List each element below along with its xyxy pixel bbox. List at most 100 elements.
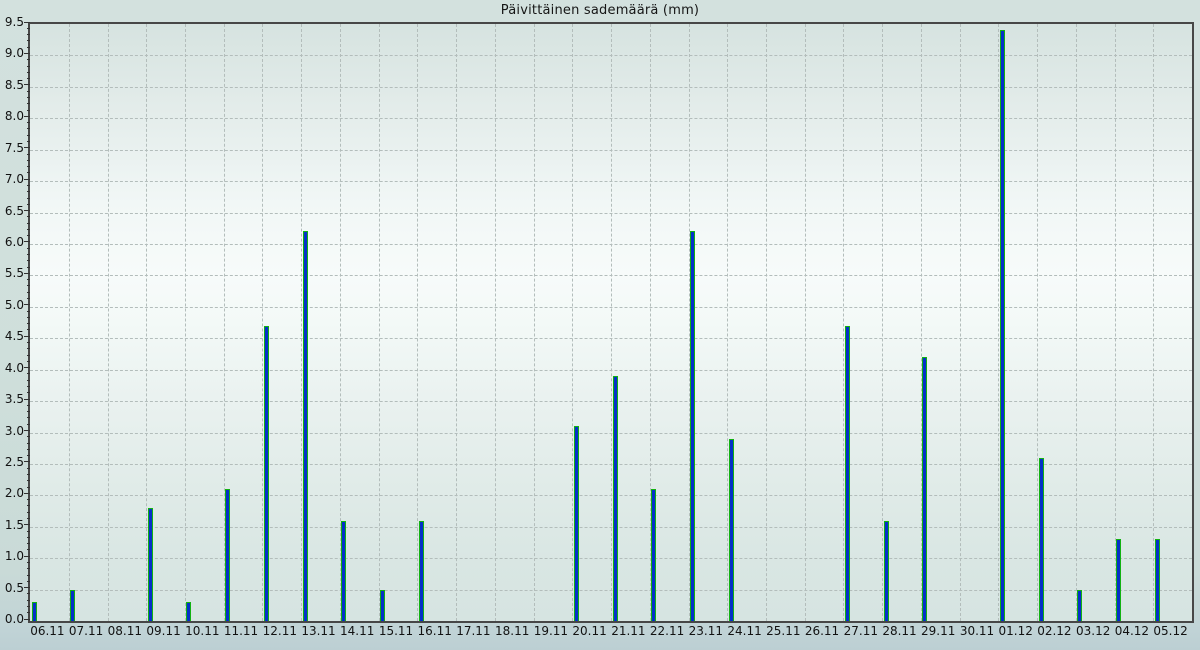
y-axis-major-tick bbox=[24, 619, 30, 620]
y-axis-minor-tick bbox=[27, 216, 30, 217]
y-axis-major-tick bbox=[24, 84, 30, 85]
rain-bar bbox=[1077, 590, 1082, 621]
y-axis-minor-tick bbox=[27, 128, 30, 129]
y-axis-minor-tick bbox=[27, 248, 30, 249]
y-axis-minor-tick bbox=[27, 141, 30, 142]
y-axis-major-tick bbox=[24, 116, 30, 117]
y-axis-minor-tick bbox=[27, 260, 30, 261]
rain-bar bbox=[419, 521, 424, 622]
y-axis-minor-tick bbox=[27, 436, 30, 437]
rain-bar bbox=[225, 489, 230, 621]
y-axis-major-tick bbox=[24, 587, 30, 588]
y-axis-tick-label: 0.5 bbox=[0, 581, 24, 595]
rain-bar bbox=[148, 508, 153, 621]
gridline-vertical bbox=[185, 24, 186, 621]
y-axis-minor-tick bbox=[27, 97, 30, 98]
y-axis-minor-tick bbox=[27, 581, 30, 582]
y-axis-minor-tick bbox=[27, 499, 30, 500]
y-axis-minor-tick bbox=[27, 342, 30, 343]
y-axis-minor-tick bbox=[27, 223, 30, 224]
y-axis-tick-label: 8.0 bbox=[0, 109, 24, 123]
y-axis-minor-tick bbox=[27, 348, 30, 349]
y-axis-minor-tick bbox=[27, 135, 30, 136]
y-axis-minor-tick bbox=[27, 204, 30, 205]
y-axis-major-tick bbox=[24, 430, 30, 431]
y-axis-minor-tick bbox=[27, 172, 30, 173]
y-axis-minor-tick bbox=[27, 292, 30, 293]
rain-bar bbox=[729, 439, 734, 621]
y-axis-minor-tick bbox=[27, 91, 30, 92]
y-axis-major-tick bbox=[24, 367, 30, 368]
y-axis-minor-tick bbox=[27, 198, 30, 199]
y-axis-minor-tick bbox=[27, 380, 30, 381]
y-axis-minor-tick bbox=[27, 480, 30, 481]
y-axis-major-tick bbox=[24, 210, 30, 211]
rain-bar bbox=[613, 376, 618, 621]
rain-bar bbox=[1155, 539, 1160, 621]
y-axis-minor-tick bbox=[27, 72, 30, 73]
y-axis-minor-tick bbox=[27, 411, 30, 412]
y-axis-major-tick bbox=[24, 493, 30, 494]
rain-bar bbox=[32, 602, 37, 621]
y-axis-tick-label: 2.0 bbox=[0, 486, 24, 500]
y-axis-minor-tick bbox=[27, 612, 30, 613]
y-axis-minor-tick bbox=[27, 154, 30, 155]
gridline-vertical bbox=[379, 24, 380, 621]
y-axis-minor-tick bbox=[27, 512, 30, 513]
y-axis-minor-tick bbox=[27, 34, 30, 35]
y-axis-minor-tick bbox=[27, 424, 30, 425]
rain-bar bbox=[651, 489, 656, 621]
y-axis-tick-label: 8.5 bbox=[0, 78, 24, 92]
y-axis-minor-tick bbox=[27, 405, 30, 406]
y-axis-minor-tick bbox=[27, 593, 30, 594]
y-axis-minor-tick bbox=[27, 562, 30, 563]
y-axis-tick-label: 3.0 bbox=[0, 424, 24, 438]
y-axis-minor-tick bbox=[27, 59, 30, 60]
rain-bar bbox=[303, 231, 308, 621]
rain-bar bbox=[1039, 458, 1044, 621]
y-axis-tick-label: 4.5 bbox=[0, 329, 24, 343]
y-axis-minor-tick bbox=[27, 267, 30, 268]
y-axis-minor-tick bbox=[27, 323, 30, 324]
y-axis-tick-label: 9.0 bbox=[0, 46, 24, 60]
y-axis-minor-tick bbox=[27, 531, 30, 532]
y-axis-tick-label: 5.0 bbox=[0, 298, 24, 312]
y-axis-minor-tick bbox=[27, 28, 30, 29]
y-axis-minor-tick bbox=[27, 40, 30, 41]
y-axis-major-tick bbox=[24, 461, 30, 462]
gridline-vertical bbox=[1115, 24, 1116, 621]
x-axis-tick-label: 05.12 bbox=[1145, 624, 1197, 638]
y-axis-minor-tick bbox=[27, 160, 30, 161]
rain-bar bbox=[690, 231, 695, 621]
y-axis-major-tick bbox=[24, 336, 30, 337]
y-axis-minor-tick bbox=[27, 110, 30, 111]
rain-bar bbox=[1000, 30, 1005, 621]
y-axis-minor-tick bbox=[27, 443, 30, 444]
y-axis-minor-tick bbox=[27, 487, 30, 488]
y-axis-major-tick bbox=[24, 179, 30, 180]
y-axis-minor-tick bbox=[27, 537, 30, 538]
y-axis-minor-tick bbox=[27, 543, 30, 544]
y-axis-major-tick bbox=[24, 273, 30, 274]
y-axis-tick-label: 1.0 bbox=[0, 549, 24, 563]
gridline-vertical bbox=[1153, 24, 1154, 621]
rain-bar bbox=[574, 426, 579, 621]
y-axis-minor-tick bbox=[27, 279, 30, 280]
y-axis-tick-label: 7.0 bbox=[0, 172, 24, 186]
rain-bar bbox=[884, 521, 889, 622]
gridline-vertical bbox=[766, 24, 767, 621]
rainfall-bar-chart: Päivittäinen sademäärä (mm) 0.00.51.01.5… bbox=[0, 0, 1200, 650]
y-axis-major-tick bbox=[24, 556, 30, 557]
y-axis-minor-tick bbox=[27, 449, 30, 450]
y-axis-major-tick bbox=[24, 147, 30, 148]
y-axis-tick-label: 6.5 bbox=[0, 204, 24, 218]
y-axis-minor-tick bbox=[27, 361, 30, 362]
gridline-vertical bbox=[960, 24, 961, 621]
rain-bar bbox=[1116, 539, 1121, 621]
y-axis-minor-tick bbox=[27, 568, 30, 569]
y-axis-minor-tick bbox=[27, 474, 30, 475]
y-axis-tick-label: 3.5 bbox=[0, 392, 24, 406]
y-axis-minor-tick bbox=[27, 505, 30, 506]
y-axis-tick-label: 0.0 bbox=[0, 612, 24, 626]
y-axis-tick-label: 4.0 bbox=[0, 361, 24, 375]
